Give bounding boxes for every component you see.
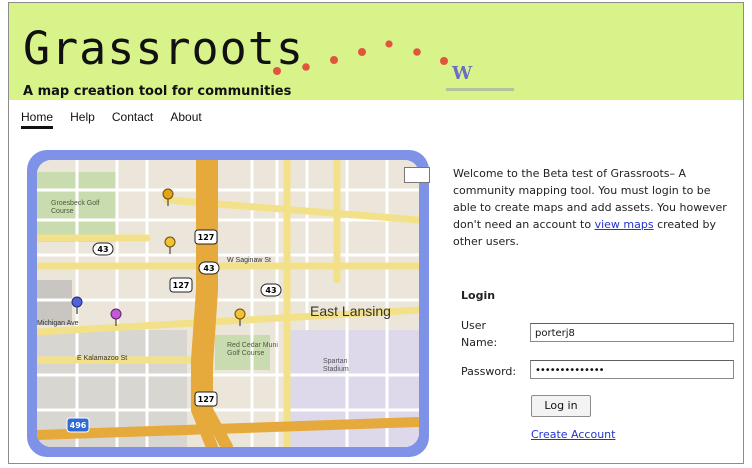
nav-contact[interactable]: Contact bbox=[112, 110, 153, 126]
svg-text:127: 127 bbox=[198, 233, 215, 242]
map-poi-label: Groesbeck Golf Course bbox=[51, 200, 100, 215]
map-control-button[interactable] bbox=[404, 167, 430, 183]
svg-text:43: 43 bbox=[203, 264, 214, 273]
login-heading: Login bbox=[461, 289, 496, 302]
create-account-link[interactable]: Create Account bbox=[531, 428, 615, 441]
svg-text:127: 127 bbox=[198, 395, 215, 404]
main-nav: Home Help Contact About bbox=[21, 106, 214, 129]
site-tagline: A map creation tool for communities bbox=[23, 84, 292, 99]
svg-text:43: 43 bbox=[265, 286, 276, 295]
route-shield: 127 bbox=[169, 277, 193, 293]
svg-text:127: 127 bbox=[173, 281, 190, 290]
view-maps-link[interactable]: view maps bbox=[595, 218, 654, 231]
page-frame: Grassroots A map creation tool for commu… bbox=[8, 2, 744, 464]
password-input[interactable]: •••••••••••••• bbox=[530, 360, 734, 379]
password-label: Password: bbox=[461, 365, 517, 378]
header-banner: Grassroots A map creation tool for commu… bbox=[9, 3, 743, 100]
route-shield: 43 bbox=[92, 242, 114, 256]
route-shield: 127 bbox=[194, 391, 218, 407]
username-label: User Name: bbox=[461, 319, 498, 349]
login-button[interactable]: Log in bbox=[531, 395, 591, 417]
welcome-text: Welcome to the Beta test of Grassroots– … bbox=[453, 165, 733, 250]
map-poi-label: Spartan Stadium bbox=[323, 358, 349, 373]
highway-shield: 496 bbox=[66, 417, 90, 433]
map-street-label: E Kalamazoo St bbox=[77, 355, 128, 362]
nav-about[interactable]: About bbox=[170, 110, 201, 126]
map-city-label: East Lansing bbox=[310, 303, 391, 319]
nav-home[interactable]: Home bbox=[21, 110, 54, 129]
route-shield: 43 bbox=[260, 283, 282, 297]
map-street-label: Michigan Ave bbox=[37, 320, 79, 327]
map-frame: 43 127 43 127 43 127 496 East Lansing Gr… bbox=[27, 150, 430, 457]
svg-text:43: 43 bbox=[97, 245, 108, 254]
username-input[interactable]: porterj8 bbox=[530, 323, 734, 342]
w-partner-logo-icon: W bbox=[446, 59, 516, 95]
route-shield: 43 bbox=[198, 261, 220, 275]
nav-help[interactable]: Help bbox=[70, 110, 95, 126]
map-view[interactable]: 43 127 43 127 43 127 496 East Lansing Gr… bbox=[37, 160, 419, 447]
svg-text:496: 496 bbox=[70, 421, 87, 430]
map-street-label: W Saginaw St bbox=[227, 257, 271, 264]
map-poi-label: Red Cedar Muni Golf Course bbox=[227, 342, 278, 357]
route-shield: 127 bbox=[194, 229, 218, 245]
